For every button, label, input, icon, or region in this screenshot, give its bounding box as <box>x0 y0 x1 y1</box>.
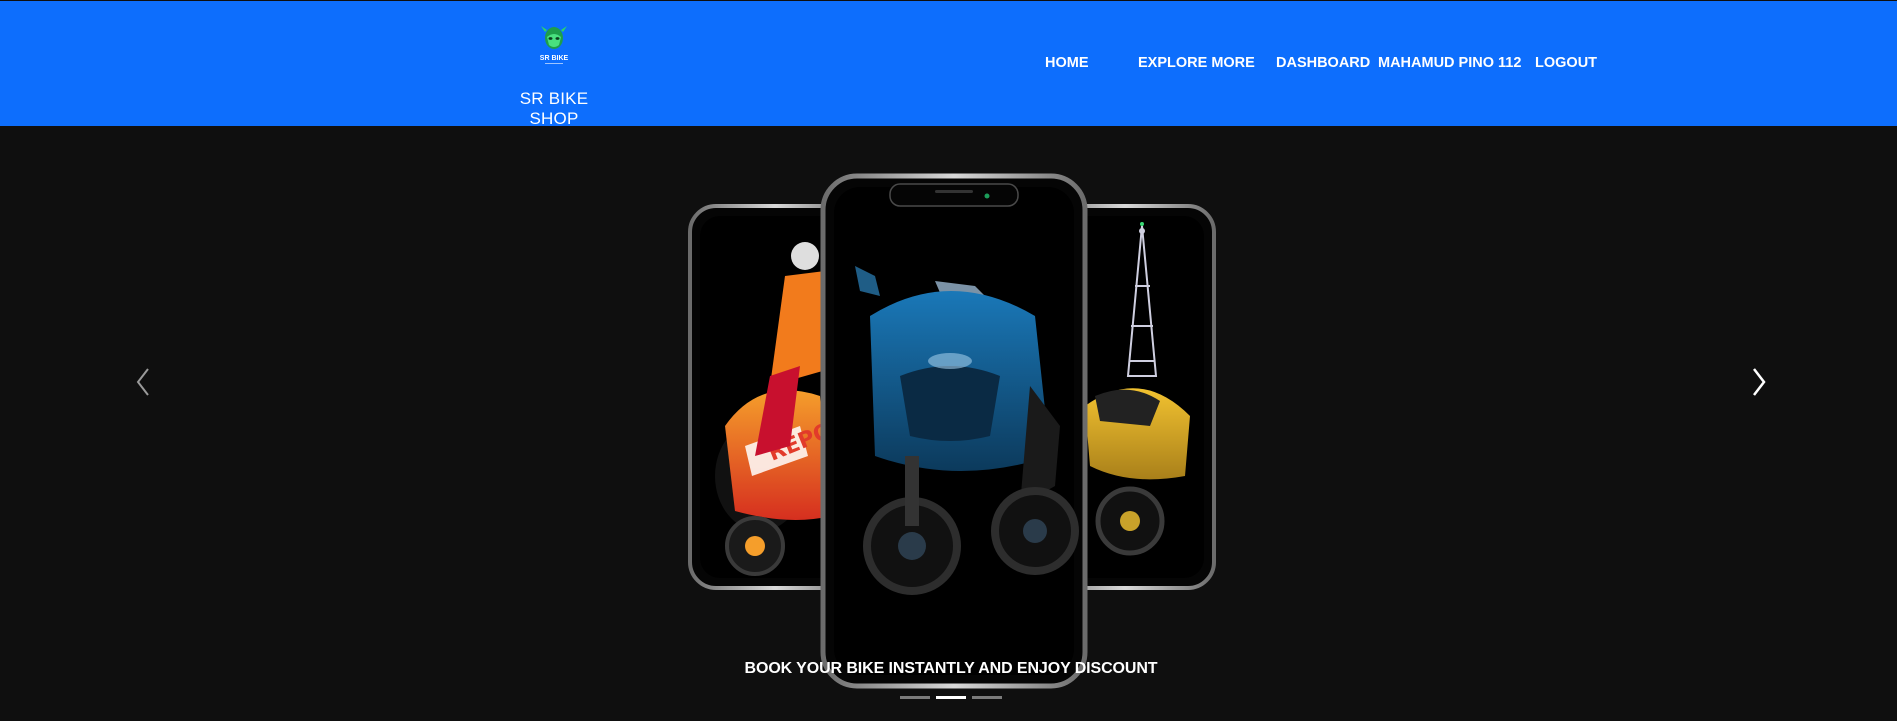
nav-explore-link[interactable]: EXPLORE MORE <box>1138 55 1255 71</box>
carousel-prev-button[interactable] <box>112 346 172 418</box>
brand-link[interactable]: SR BIKE SR BIKE SHOP <box>494 23 614 129</box>
carousel-indicator-2[interactable] <box>936 696 966 699</box>
nav-dashboard-link[interactable]: DASHBOARD <box>1276 55 1370 71</box>
carousel-indicator-3[interactable] <box>972 696 1002 699</box>
navbar: SR BIKE SR BIKE SHOP HOME EXPLORE MORE D… <box>0 1 1897 129</box>
brand-name: SR BIKE SHOP <box>519 89 589 128</box>
hero-slide-image: REPOL <box>688 173 1216 689</box>
nav-logout-link[interactable]: LOGOUT <box>1535 55 1597 71</box>
carousel-next-button[interactable] <box>1729 346 1789 418</box>
carousel-indicators <box>900 696 1004 700</box>
phone-center <box>820 173 1088 689</box>
carousel-caption: BOOK YOUR BIKE INSTANTLY AND ENJOY DISCO… <box>744 660 1158 677</box>
chevron-left-icon <box>136 368 149 396</box>
nav-user-name[interactable]: MAHAMUD PINO 112 <box>1378 55 1521 71</box>
carousel-indicator-1[interactable] <box>900 696 930 699</box>
chevron-right-icon <box>1753 368 1766 396</box>
nav-links: HOME EXPLORE MORE DASHBOARD MAHAMUD PINO… <box>0 55 1897 75</box>
nav-home-link[interactable]: HOME <box>1045 55 1089 71</box>
hero-carousel: REPOL BOOK YOUR BIKE INSTANTLY AND ENJOY… <box>0 126 1897 721</box>
